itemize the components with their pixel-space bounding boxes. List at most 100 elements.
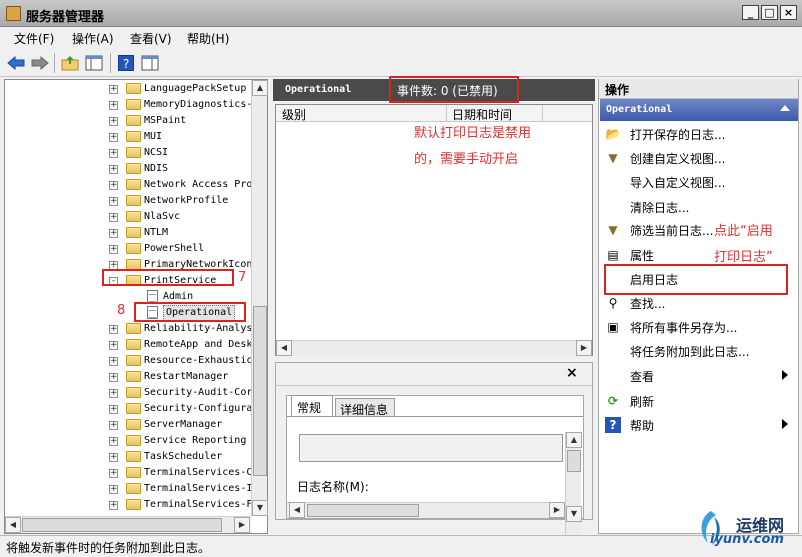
expand-toggle-icon[interactable]: + — [109, 357, 118, 366]
scroll-right-button[interactable]: ▶ — [549, 502, 565, 518]
expand-toggle-icon[interactable]: + — [109, 165, 118, 174]
close-details-icon[interactable]: × — [566, 365, 578, 381]
hscroll-thumb[interactable] — [22, 518, 222, 532]
tab-details[interactable]: 详细信息 — [335, 398, 395, 417]
tree-item[interactable]: + LanguagePackSetup — [5, 81, 251, 97]
tree-item[interactable]: + Resource-Exhaustic — [5, 353, 252, 369]
scroll-right-button[interactable]: ▶ — [576, 340, 592, 356]
maximize-button[interactable]: □ — [761, 5, 778, 20]
minimize-button[interactable]: _ — [742, 5, 759, 20]
tree-item[interactable]: + ServerManager — [5, 417, 251, 433]
folder-icon — [126, 483, 141, 494]
show-hide-action-pane-icon[interactable] — [140, 53, 160, 73]
tree-item[interactable]: + TerminalServices-F — [5, 497, 252, 513]
tree-item[interactable]: + MUI — [5, 129, 251, 145]
expand-toggle-icon[interactable]: + — [109, 149, 118, 158]
tree-vertical-scrollbar[interactable]: ▲ ▼ — [251, 80, 268, 516]
tree-item[interactable]: + RestartManager — [5, 369, 251, 385]
scroll-right-button[interactable]: ▶ — [234, 517, 250, 533]
tree-item[interactable]: + NDIS — [5, 161, 251, 177]
expand-toggle-icon[interactable]: + — [109, 101, 118, 110]
tab-general[interactable]: 常规 — [291, 395, 333, 417]
scroll-left-button[interactable]: ◀ — [5, 517, 21, 533]
expand-toggle-icon[interactable]: + — [109, 501, 118, 510]
details-vscrollbar[interactable]: ▲ ▼ — [565, 432, 582, 538]
menu-help[interactable]: 帮助(H) — [187, 30, 229, 47]
tree-item[interactable]: + PowerShell — [5, 241, 251, 257]
menu-view[interactable]: 查看(V) — [130, 30, 172, 47]
show-hide-tree-icon[interactable] — [84, 53, 104, 73]
tree-item[interactable]: + MemoryDiagnostics- — [5, 97, 252, 113]
scroll-down-button[interactable]: ▼ — [252, 500, 268, 516]
action-item[interactable]: ⟳ 刷新 — [600, 390, 798, 412]
expand-toggle-icon[interactable]: + — [109, 437, 118, 446]
tree-item[interactable]: + Reliability-Analys — [5, 321, 252, 337]
expand-toggle-icon[interactable]: + — [109, 405, 118, 414]
scroll-left-button[interactable]: ◀ — [289, 502, 305, 518]
scroll-left-button[interactable]: ◀ — [276, 340, 292, 356]
menu-file[interactable]: 文件(F) — [14, 30, 54, 47]
menu-action[interactable]: 操作(A) — [72, 30, 114, 47]
tree-item[interactable]: + NlaSvc — [5, 209, 251, 225]
tree-horizontal-scrollbar[interactable]: ◀ ▶ — [5, 516, 251, 533]
watermark-url: iyunv.com — [710, 532, 784, 547]
expand-toggle-icon[interactable]: + — [109, 373, 118, 382]
expand-toggle-icon[interactable]: + — [109, 229, 118, 238]
details-hscrollbar[interactable]: ◀ ▶ — [287, 502, 565, 518]
back-arrow-icon[interactable] — [6, 53, 26, 73]
actions-section-header[interactable]: Operational — [600, 99, 798, 121]
save-icon: ▣ — [607, 320, 619, 334]
action-item[interactable]: ⚲ 查找... — [600, 292, 798, 314]
tree-item[interactable]: + Security-Configura — [5, 401, 252, 417]
expand-toggle-icon[interactable]: + — [109, 85, 118, 94]
tree-item[interactable]: + RemoteApp and Desk — [5, 337, 252, 353]
expand-toggle-icon[interactable]: + — [109, 485, 118, 494]
expand-toggle-icon[interactable]: + — [109, 245, 118, 254]
column-level[interactable]: 级别 — [282, 106, 306, 123]
tree-item[interactable]: + Network Access Pro — [5, 177, 252, 193]
collapse-arrow-icon[interactable] — [780, 105, 790, 111]
expand-toggle-icon[interactable]: + — [109, 421, 118, 430]
action-item[interactable]: ▣ 将所有事件另存为... — [600, 316, 798, 338]
tree-item[interactable]: + TerminalServices-I — [5, 481, 252, 497]
tree-item[interactable]: + TaskScheduler — [5, 449, 251, 465]
tree-item[interactable]: + NCSI — [5, 145, 251, 161]
expand-toggle-icon[interactable]: + — [109, 213, 118, 222]
event-list[interactable]: 级别 日期和时间 ◀ ▶ — [275, 104, 593, 356]
tree-item[interactable]: + MSPaint — [5, 113, 251, 129]
up-folder-icon[interactable] — [60, 53, 80, 73]
help-icon[interactable]: ? — [116, 53, 136, 73]
tree-item[interactable]: + NTLM — [5, 225, 251, 241]
expand-toggle-icon[interactable]: + — [109, 389, 118, 398]
action-item[interactable]: 清除日志... — [600, 196, 798, 218]
action-item[interactable]: 📂 打开保存的日志... — [600, 123, 798, 145]
expand-toggle-icon[interactable]: + — [109, 341, 118, 350]
column-datetime[interactable]: 日期和时间 — [452, 106, 512, 123]
scroll-up-button[interactable]: ▲ — [566, 432, 582, 448]
scroll-thumb[interactable] — [253, 306, 267, 476]
event-list-hscrollbar[interactable]: ◀ ▶ — [276, 340, 592, 356]
tree-item[interactable]: + TerminalServices-C — [5, 465, 252, 481]
action-item[interactable]: 查看 — [600, 365, 798, 387]
action-item[interactable]: ? 帮助 — [600, 414, 798, 436]
expand-toggle-icon[interactable]: + — [109, 325, 118, 334]
action-label: 帮助 — [630, 419, 655, 433]
expand-toggle-icon[interactable]: + — [109, 197, 118, 206]
expand-toggle-icon[interactable]: + — [109, 133, 118, 142]
scroll-up-button[interactable]: ▲ — [252, 80, 268, 96]
tree-item[interactable]: + NetworkProfile — [5, 193, 251, 209]
tree-item[interactable]: + Security-Audit-Cor — [5, 385, 252, 401]
expand-toggle-icon[interactable]: + — [109, 181, 118, 190]
action-item[interactable]: 将任务附加到此日志... — [600, 340, 798, 362]
expand-toggle-icon[interactable]: + — [109, 469, 118, 478]
action-item[interactable]: 导入自定义视图... — [600, 171, 798, 193]
action-item[interactable]: ▼ 创建自定义视图... — [600, 147, 798, 169]
tree-item[interactable]: + Service Reporting — [5, 433, 251, 449]
expand-toggle-icon[interactable]: + — [109, 117, 118, 126]
scroll-down-button[interactable]: ▼ — [566, 506, 582, 522]
hscroll-thumb[interactable] — [307, 504, 419, 517]
forward-arrow-icon[interactable] — [30, 53, 50, 73]
close-button[interactable]: × — [780, 5, 797, 20]
expand-toggle-icon[interactable]: + — [109, 453, 118, 462]
scroll-thumb[interactable] — [567, 450, 581, 472]
